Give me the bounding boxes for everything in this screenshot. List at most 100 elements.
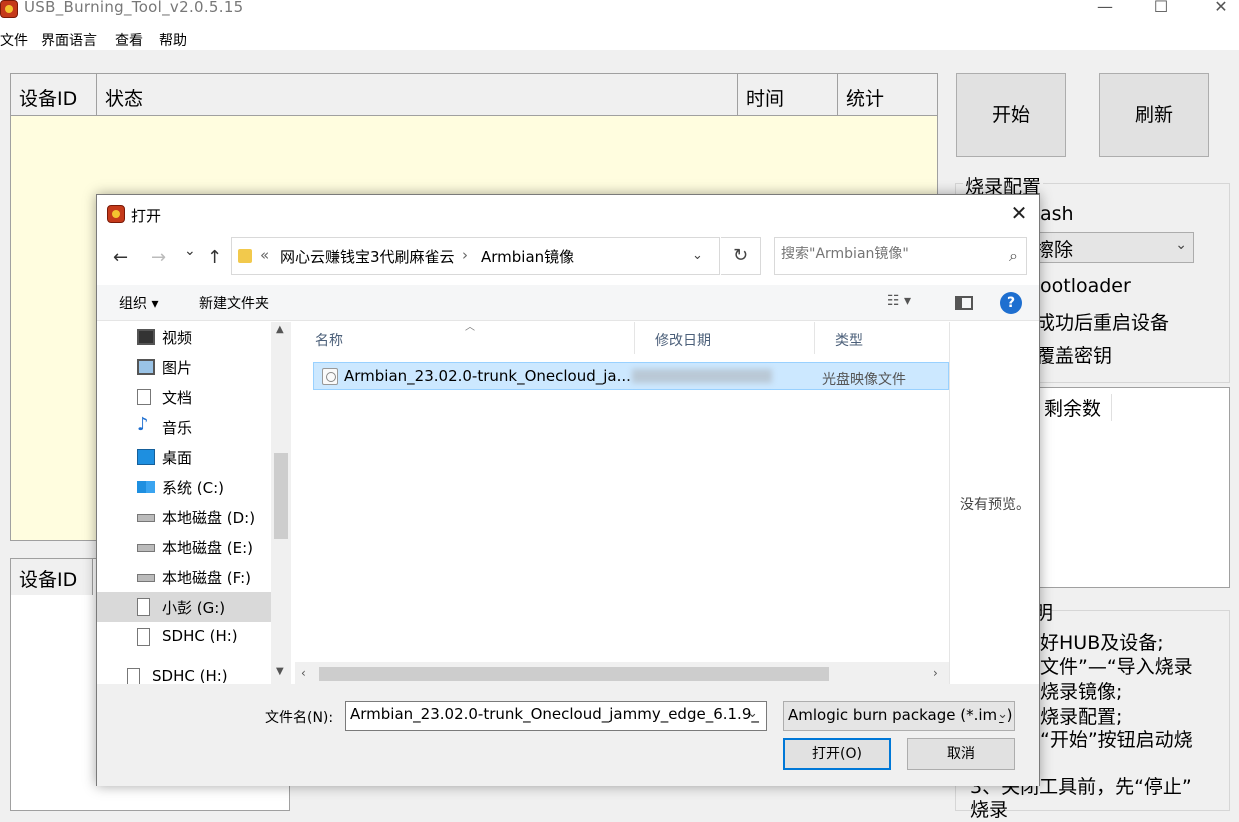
removable-drive-icon (137, 628, 150, 646)
sidebar-item-drive-h[interactable]: SDHC (H:) (97, 622, 271, 652)
desktop-icon (137, 449, 155, 465)
file-row[interactable]: Armbian_23.02.0-trunk_Onecloud_ja... 光盘映… (313, 362, 949, 390)
column-header-name[interactable]: 名称 (295, 322, 635, 354)
column-header-stats[interactable]: 统计 (838, 74, 937, 116)
file-name: Armbian_23.02.0-trunk_Onecloud_ja... (344, 367, 631, 385)
file-list[interactable]: ︿ 名称 修改日期 类型 Armbian_23.02.0-trunk_Onecl… (295, 322, 949, 662)
sidebar-item-label: 本地磁盘 (D:) (162, 509, 256, 527)
sidebar-item-pictures[interactable]: 图片 (97, 352, 271, 382)
sidebar-item-label: 音乐 (162, 419, 193, 437)
sidebar-item-drive-c[interactable]: 系统 (C:) (97, 472, 271, 502)
sidebar-item-label: 图片 (162, 359, 193, 377)
erase-flash-label[interactable]: ash (1040, 203, 1074, 225)
column-header-device-id[interactable]: 设备ID (11, 74, 97, 116)
drive-icon (137, 574, 155, 582)
sidebar-item-label: 文档 (162, 389, 193, 407)
search-input[interactable] (781, 246, 991, 262)
sidebar-item-music[interactable]: ♪ 音乐 (97, 412, 271, 442)
navigation-pane[interactable]: 视频 图片 文档 ♪ 音乐 桌面 系统 (C:) 本地磁盘 (D:) 本地磁盘 (97, 322, 291, 686)
help-line-2: 文件”—“导入烧录 (1040, 656, 1193, 678)
bootloader-label[interactable]: ootloader (1040, 275, 1131, 297)
column-header-device-id-bottom[interactable]: 设备ID (11, 559, 93, 595)
sidebar-item-label: 桌面 (162, 449, 193, 467)
sidebar-item-label: 本地磁盘 (E:) (162, 539, 254, 557)
remaining-count-header: 剩余数 (1044, 394, 1113, 421)
open-button[interactable]: 打开(O) (783, 738, 891, 770)
help-line-5: “开始”按钮启动烧 (1040, 729, 1193, 751)
scroll-right-icon[interactable]: › (933, 666, 938, 680)
minimize-button[interactable]: — (1077, 0, 1133, 20)
breadcrumb-current-folder[interactable]: Armbian镜像 (481, 246, 574, 267)
sidebar-item-videos[interactable]: 视频 (97, 322, 271, 352)
recent-locations-chevron-icon[interactable]: ⌄ (184, 243, 196, 259)
chevron-down-icon: ⌄ (1175, 237, 1187, 253)
overwrite-key-label[interactable]: 覆盖密钥 (1036, 341, 1112, 368)
window-title: USB_Burning_Tool_v2.0.5.15 (24, 0, 244, 16)
video-icon (137, 329, 155, 345)
file-type: 光盘映像文件 (822, 372, 906, 388)
close-button[interactable]: ✕ (1193, 0, 1239, 20)
erase-mode-select[interactable]: 擦除 ⌄ (1028, 232, 1194, 263)
help-icon[interactable]: ? (1000, 292, 1022, 314)
document-icon (137, 389, 151, 405)
title-bar: USB_Burning_Tool_v2.0.5.15 — ☐ ✕ (0, 0, 1239, 28)
menu-view[interactable]: 查看 (115, 30, 143, 50)
filename-label: 文件名(N): (265, 710, 334, 726)
organize-button[interactable]: 组织 ▾ (119, 293, 158, 313)
refresh-button[interactable]: 刷新 (1099, 73, 1209, 157)
start-button[interactable]: 开始 (956, 73, 1066, 157)
drive-icon (137, 544, 155, 552)
filename-history-chevron-icon[interactable]: ⌄ (747, 706, 758, 721)
command-bar: 组织 ▾ 新建文件夹 ☷ ▾ ? (97, 285, 1039, 321)
sidebar-item-label: 视频 (162, 329, 193, 347)
chevron-down-icon: ⌄ (997, 707, 1008, 722)
cancel-button[interactable]: 取消 (907, 738, 1015, 770)
back-arrow-icon[interactable]: ← (113, 247, 128, 268)
filetype-select[interactable]: Amlogic burn package (*.img) ⌄ (783, 701, 1015, 731)
no-preview-text: 没有预览。 (960, 497, 1030, 513)
menu-help[interactable]: 帮助 (159, 30, 187, 50)
menu-file[interactable]: 文件 (0, 30, 28, 50)
dialog-close-button[interactable]: ✕ (1005, 201, 1033, 227)
search-icon[interactable]: ⌕ (1009, 246, 1018, 266)
filename-input[interactable]: Armbian_23.02.0-trunk_Onecloud_jammy_edg… (345, 701, 767, 731)
refresh-icon[interactable]: ↻ (721, 237, 761, 275)
search-box[interactable]: ⌕ (774, 237, 1027, 275)
open-file-dialog[interactable]: 打开 ✕ ← → ⌄ ↑ « 网心云赚钱宝3代刷麻雀云 › Armbian镜像 … (96, 194, 1040, 786)
scroll-up-icon[interactable]: ▲ (276, 324, 284, 335)
file-date-blurred (632, 369, 772, 383)
address-dropdown-icon[interactable]: ⌄ (692, 248, 703, 263)
app-icon (0, 0, 18, 18)
scroll-down-icon[interactable]: ▼ (276, 666, 284, 677)
column-header-status[interactable]: 状态 (97, 74, 738, 116)
view-options-icon[interactable]: ☷ ▾ (887, 293, 911, 309)
reboot-after-success-label[interactable]: 成功后重启设备 (1036, 308, 1169, 335)
nav-scrollbar-thumb[interactable] (274, 453, 288, 539)
forward-arrow-icon[interactable]: → (151, 247, 166, 268)
sidebar-item-drive-g[interactable]: 小彭 (G:) (97, 592, 271, 622)
sidebar-item-documents[interactable]: 文档 (97, 382, 271, 412)
breadcrumb-overflow[interactable]: « (260, 246, 269, 264)
folder-icon (238, 249, 252, 263)
sidebar-item-label: SDHC (H:) (162, 627, 238, 645)
breadcrumb-parent-folder[interactable]: 网心云赚钱宝3代刷麻雀云 (280, 246, 455, 267)
address-bar[interactable]: « 网心云赚钱宝3代刷麻雀云 › Armbian镜像 ⌄ (231, 237, 720, 275)
sidebar-item-drive-e[interactable]: 本地磁盘 (E:) (97, 532, 271, 562)
sidebar-item-label: 小彭 (G:) (162, 599, 226, 617)
file-list-hscrollbar-thumb[interactable] (319, 667, 829, 681)
up-arrow-icon[interactable]: ↑ (207, 247, 222, 268)
drive-icon (137, 514, 155, 522)
sidebar-item-drive-d[interactable]: 本地磁盘 (D:) (97, 502, 271, 532)
column-header-type[interactable]: 类型 (815, 322, 949, 354)
picture-icon (137, 359, 155, 375)
sidebar-item-drive-f[interactable]: 本地磁盘 (F:) (97, 562, 271, 592)
menu-language[interactable]: 界面语言 (41, 30, 97, 50)
column-header-time[interactable]: 时间 (738, 74, 838, 116)
preview-pane-icon[interactable] (955, 296, 973, 310)
scroll-left-icon[interactable]: ‹ (301, 666, 306, 680)
column-header-modified[interactable]: 修改日期 (635, 322, 815, 354)
maximize-button[interactable]: ☐ (1133, 0, 1189, 20)
sidebar-item-desktop[interactable]: 桌面 (97, 442, 271, 472)
system-drive-icon (137, 481, 155, 493)
new-folder-button[interactable]: 新建文件夹 (199, 293, 269, 313)
